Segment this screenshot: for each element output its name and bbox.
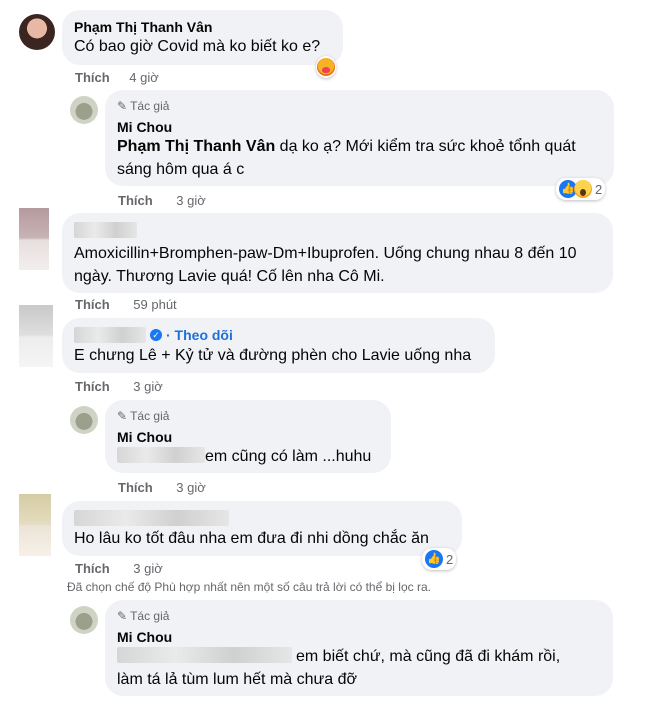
- timestamp[interactable]: 59 phút: [133, 297, 176, 312]
- comment-text: Ho lâu ko tốt đâu nha em đưa đi nhi dồng…: [74, 530, 429, 547]
- comment-bubble: Phạm Thị Thanh Vân Có bao giờ Covid mà k…: [62, 10, 343, 65]
- author-badge: ✎ Tác giả: [117, 99, 169, 113]
- mention-blurred[interactable]: [117, 447, 205, 463]
- avatar-blurred[interactable]: [19, 208, 49, 270]
- timestamp[interactable]: 3 giờ: [133, 561, 163, 576]
- pencil-icon: ✎: [117, 609, 128, 623]
- follow-link[interactable]: · Theo dõi: [166, 327, 233, 343]
- author-badge-label: Tác giả: [130, 409, 170, 423]
- commenter-name[interactable]: Mi Chou: [117, 629, 172, 645]
- comment-bubble: Amoxicillin+Bromphen-paw-Dm+Ibuprofen. U…: [62, 213, 613, 293]
- comment-text: Có bao giờ Covid mà ko biết ko e?: [74, 38, 321, 55]
- timestamp[interactable]: 3 giờ: [176, 193, 206, 208]
- like-button[interactable]: Thích: [75, 297, 110, 312]
- wow-reaction-icon: [574, 180, 592, 198]
- comment-text: em biết chứ, mà cũng đã đi khám rồi, làm…: [117, 645, 607, 691]
- comment-text: E chưng Lê + Kỷ tử và đường phèn cho Lav…: [74, 347, 472, 364]
- comment-actions: Thích 59 phút: [75, 297, 177, 312]
- filter-note: Đã chọn chế độ Phù hợp nhất nên một số c…: [67, 580, 431, 594]
- mention-blurred[interactable]: [117, 647, 292, 663]
- author-badge-label: Tác giả: [130, 99, 170, 113]
- reaction-summary[interactable]: 👍 2: [422, 548, 457, 570]
- comment-text: Phạm Thị Thanh Vân dạ ko ạ? Mới kiểm tra…: [117, 135, 607, 181]
- reaction-summary[interactable]: 👍 2: [556, 178, 606, 200]
- author-badge: ✎ Tác giả: [117, 609, 169, 623]
- avatar[interactable]: [70, 406, 98, 434]
- like-button[interactable]: Thích: [118, 193, 153, 208]
- like-button[interactable]: Thích: [75, 379, 110, 394]
- comment-bubble: ✎ Tác giả Mi Chou Phạm Thị Thanh Vân dạ …: [105, 90, 614, 186]
- timestamp[interactable]: 4 giờ: [129, 70, 159, 85]
- avatar-blurred[interactable]: [19, 305, 53, 367]
- timestamp[interactable]: 3 giờ: [176, 480, 206, 495]
- like-button[interactable]: Thích: [75, 70, 110, 85]
- comment-text: Amoxicillin+Bromphen-paw-Dm+Ibuprofen. U…: [74, 245, 577, 285]
- commenter-header: ✓ · Theo dõi: [74, 327, 233, 343]
- comment-bubble: Ho lâu ko tốt đâu nha em đưa đi nhi dồng…: [62, 501, 462, 556]
- comment-actions: Thích 3 giờ: [118, 480, 206, 495]
- verified-icon: ✓: [150, 329, 162, 341]
- author-badge-label: Tác giả: [130, 609, 170, 623]
- comment-bubble: ✎ Tác giả Mi Chou em cũng có làm ...huhu: [105, 400, 391, 473]
- commenter-name-blurred[interactable]: [74, 510, 229, 526]
- care-reaction-icon: [317, 58, 335, 76]
- commenter-name[interactable]: Mi Chou: [117, 119, 172, 135]
- mention-link[interactable]: Phạm Thị Thanh Vân: [117, 138, 275, 155]
- reaction-count: 2: [595, 181, 603, 197]
- reaction-summary[interactable]: [316, 56, 336, 78]
- pencil-icon: ✎: [117, 409, 128, 423]
- comment-bubble: ✎ Tác giả Mi Chou em biết chứ, mà cũng đ…: [105, 600, 613, 696]
- comment-actions: Thích 3 giờ: [75, 561, 163, 576]
- avatar[interactable]: [70, 606, 98, 634]
- comment-body: em cũng có làm ...huhu: [205, 448, 372, 465]
- timestamp[interactable]: 3 giờ: [133, 379, 163, 394]
- commenter-name-blurred[interactable]: [74, 222, 137, 238]
- author-badge: ✎ Tác giả: [117, 409, 169, 423]
- commenter-name[interactable]: Mi Chou: [117, 429, 172, 445]
- comment-bubble: ✓ · Theo dõi E chưng Lê + Kỷ tử và đường…: [62, 318, 495, 373]
- commenter-name-blurred[interactable]: [74, 327, 146, 343]
- comment-actions: Thích 4 giờ: [75, 70, 159, 85]
- avatar[interactable]: [70, 96, 98, 124]
- comment-actions: Thích 3 giờ: [118, 193, 206, 208]
- comment-text: em cũng có làm ...huhu: [117, 445, 371, 468]
- comment-actions: Thích 3 giờ: [75, 379, 163, 394]
- avatar-blurred[interactable]: [19, 494, 51, 556]
- like-button[interactable]: Thích: [118, 480, 153, 495]
- comment-body-line1: em biết chứ, mà cũng đã đi khám rồi,: [296, 648, 561, 665]
- pencil-icon: ✎: [117, 99, 128, 113]
- commenter-name[interactable]: Phạm Thị Thanh Vân: [74, 19, 212, 35]
- reaction-count: 2: [446, 551, 454, 567]
- like-button[interactable]: Thích: [75, 561, 110, 576]
- like-reaction-icon: 👍: [425, 550, 443, 568]
- comment-body-line2: làm tá lả tùm lum hết mà chưa đỡ: [117, 671, 357, 688]
- avatar[interactable]: [19, 14, 55, 50]
